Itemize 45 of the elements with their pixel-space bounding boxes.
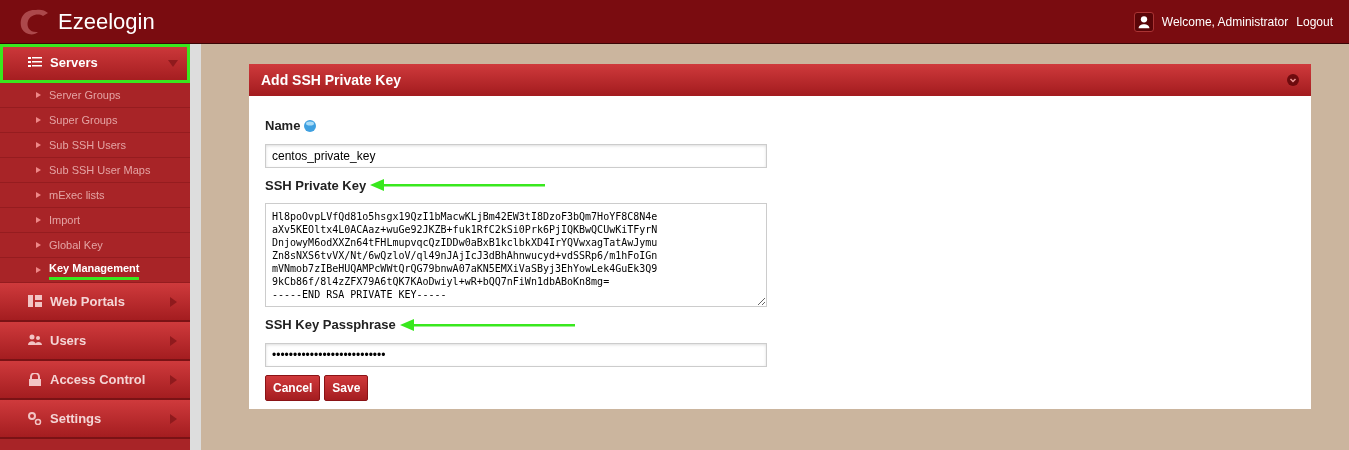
sidebar-group[interactable]: Web Portals: [0, 283, 190, 322]
bullet-icon: [36, 267, 41, 273]
bullet-icon: [36, 167, 41, 173]
bullet-icon: [36, 142, 41, 148]
bullet-icon: [36, 117, 41, 123]
sidebar-group[interactable]: Users: [0, 322, 190, 361]
lock-icon: [28, 373, 42, 386]
bullet-icon: [36, 192, 41, 198]
name-field[interactable]: centos_private_key: [265, 143, 767, 168]
list-icon: [28, 56, 42, 69]
key-textarea[interactable]: Hl8poOvpLVfQd81o5hsgx19QzI1bMacwKLjBm42EW3tI8DzoF3bQm7HoYF8C8N4e aXv5KEOltx4L0ACAaz+wuGe92JKZB+fuk1RfC2kSi0Prk6PjIQKBwQCUwKiTFyrN DnjowyM6odXXZn64tFHLmupvqcQzIDDw0aBxB1kclbkXD4IrYQVwxagTatAwJymu Zn8sNXS6tvVX/Nt/6wQzloV/ql49nJAjIcJ3dBhAhnwucyd+vdSSRp6/m1hFoIGn mVNmob7zIBeHUQAMPcWWtQrQG79bnwA07aKN5EMXiVaSByj3EhYowLek4GuEk3Q9 9kCb86f/8l4zZFX79A6tQK7KAoDwiyl+wR+bQQ7nFiWn1dbABoKn8mg= -----END RSA PRIVATE KEY-----: [265, 203, 767, 307]
bullet-icon: [36, 217, 41, 223]
caret-right-icon: [167, 296, 178, 307]
sidebar-item[interactable]: Super Groups: [49, 111, 118, 129]
caret-right-icon: [167, 335, 178, 346]
sidebar-item[interactable]: Sub SSH User Maps: [49, 161, 151, 179]
sidebar-group[interactable]: Access Control: [0, 361, 190, 400]
bullet-icon: [36, 242, 41, 248]
bullet-icon: [36, 92, 41, 98]
sidebar-item[interactable]: Key Management: [49, 260, 140, 280]
sidebar-item[interactable]: mExec lists: [49, 186, 105, 204]
users-icon: [28, 334, 42, 347]
welcome-text: Welcome, Administrator: [1161, 13, 1289, 31]
sidebar-item[interactable]: Global Key: [49, 236, 103, 254]
caret-right-icon: [167, 413, 178, 424]
save-button[interactable]: Save: [324, 374, 369, 401]
sidebar-item[interactable]: Import: [49, 211, 81, 229]
sidebar-group[interactable]: Servers: [0, 44, 190, 83]
caret-down-icon: [167, 57, 178, 68]
passphrase-field[interactable]: •••••••••••••••••••••••••••: [265, 342, 767, 367]
sidebar-group[interactable]: Settings: [0, 400, 190, 439]
app-title: Ezeelogin: [58, 8, 155, 36]
sidebar-item[interactable]: Server Groups: [49, 86, 121, 104]
field-label: Name: [265, 117, 301, 135]
field-label: SSH Private Key: [265, 176, 367, 195]
grid-icon: [28, 295, 42, 308]
panel-title: Add SSH Private Key: [261, 70, 402, 90]
user-icon: [1133, 11, 1154, 32]
logout-link[interactable]: Logout: [1296, 12, 1333, 31]
sidebar-item[interactable]: Sub SSH Users: [49, 136, 127, 154]
help-icon[interactable]: [304, 119, 317, 132]
cancel-button[interactable]: Cancel: [265, 374, 321, 401]
collapse-chevron-icon[interactable]: [1287, 74, 1299, 86]
field-label: SSH Key Passphrase: [265, 316, 396, 334]
caret-right-icon: [167, 374, 178, 385]
